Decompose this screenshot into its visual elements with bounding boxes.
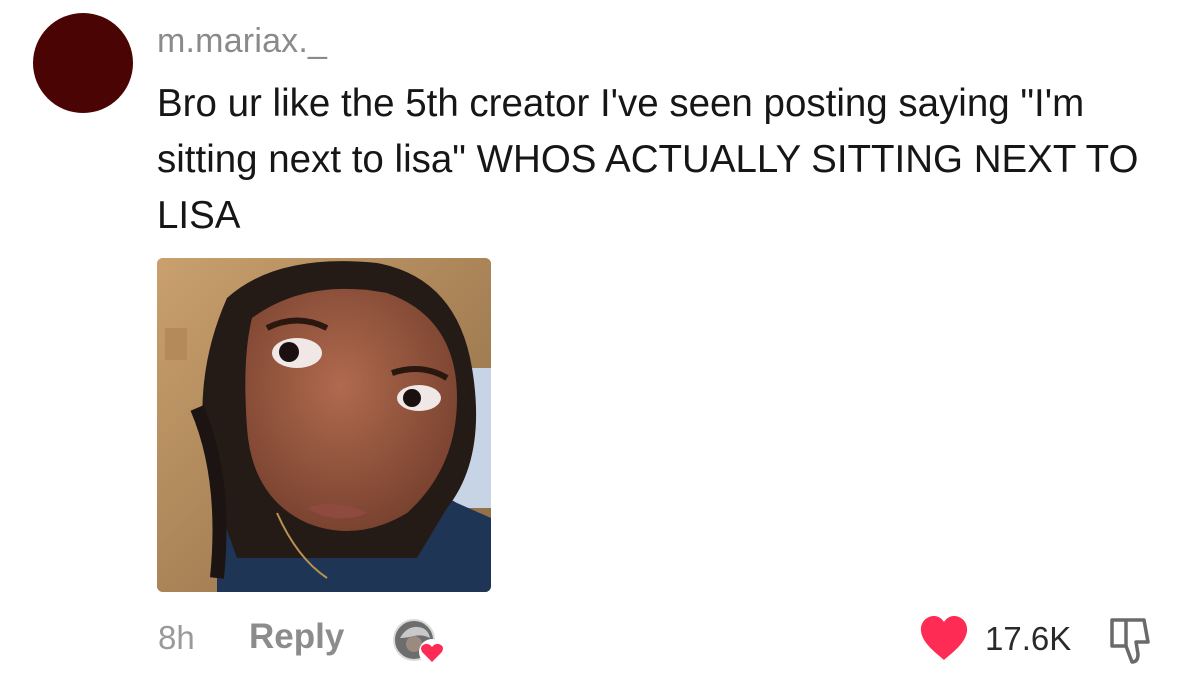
comment-photo[interactable]: [157, 258, 491, 592]
heart-icon: [920, 616, 968, 660]
username[interactable]: m.mariax._: [157, 22, 327, 61]
creator-liked-icon: [392, 618, 448, 668]
thumbs-down-icon: [1110, 618, 1150, 664]
comment-timestamp: 8h: [158, 619, 195, 656]
avatar[interactable]: [33, 13, 133, 113]
like-button[interactable]: [918, 614, 970, 664]
comment-item: m.mariax._ Bro ur like the 5th creator I…: [0, 0, 1200, 695]
like-count: 17.6K: [985, 620, 1072, 657]
reply-button[interactable]: Reply: [249, 617, 344, 657]
comment-text: Bro ur like the 5th creator I've seen po…: [157, 82, 1139, 237]
dislike-button[interactable]: [1104, 614, 1158, 668]
